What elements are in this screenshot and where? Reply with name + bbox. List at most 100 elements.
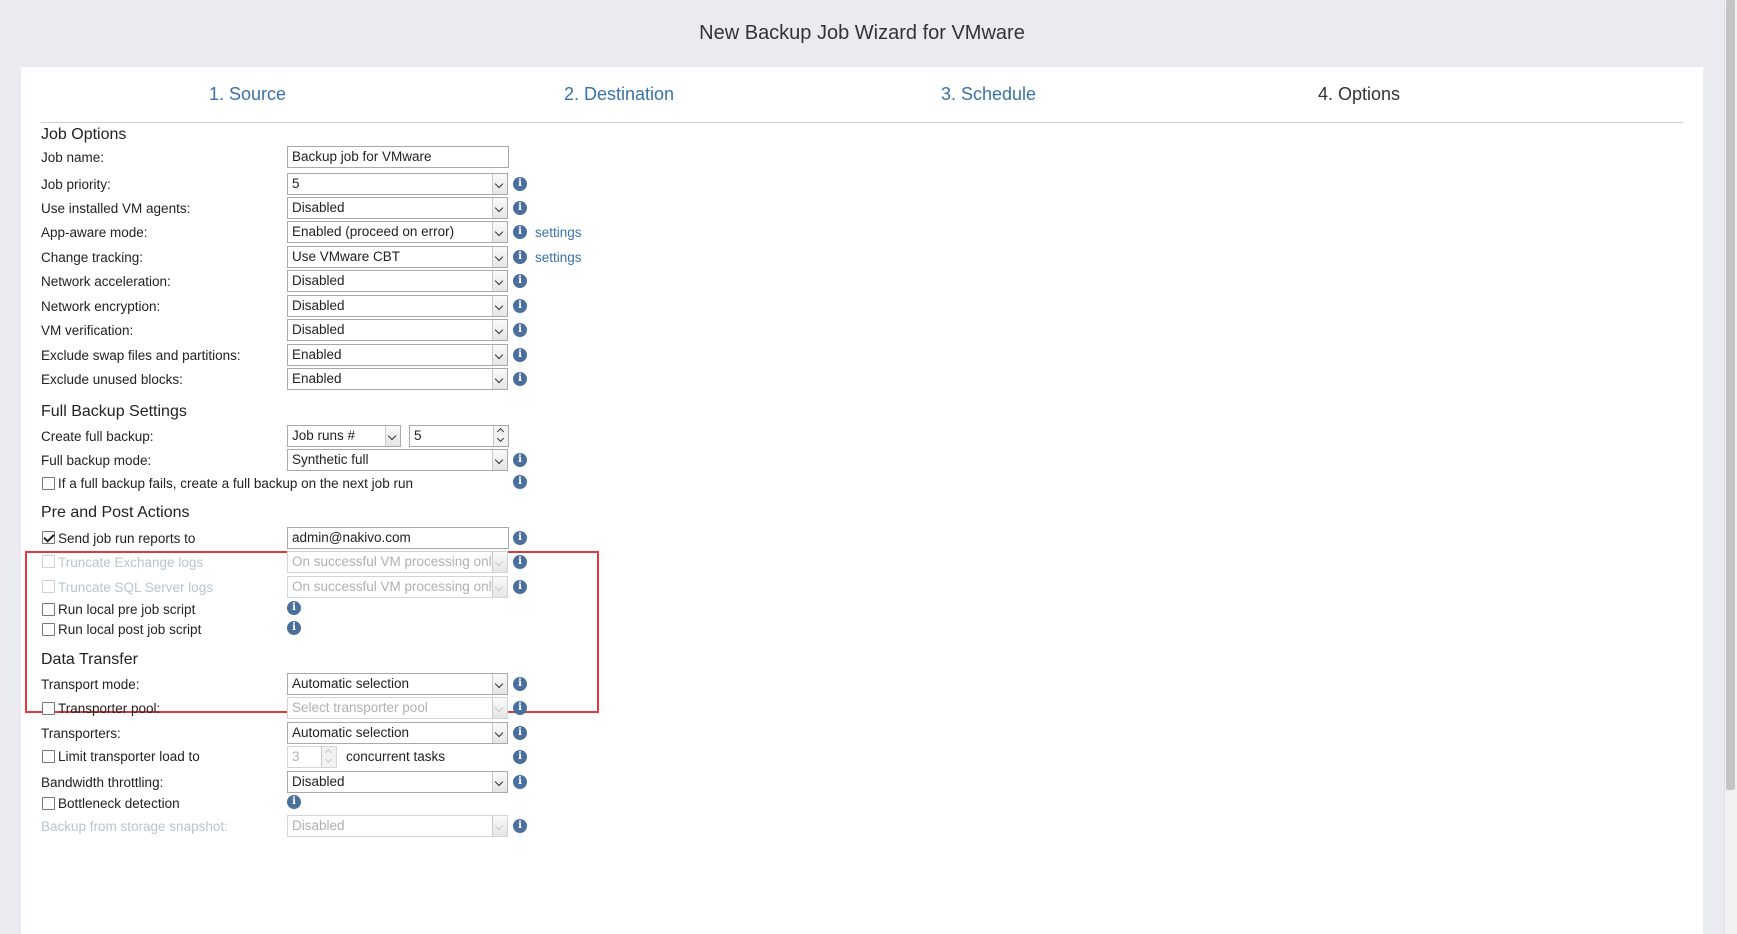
bandwidth-label: Bandwidth throttling: [41, 775, 164, 790]
info-icon[interactable]: i [513, 323, 527, 337]
storage-snapshot-value: Disabled [292, 818, 345, 833]
limit-load-input[interactable]: 3 [287, 746, 337, 768]
truncate-sql-select[interactable]: On successful VM processing only [287, 576, 508, 598]
send-reports-email[interactable]: admin@nakivo.com [287, 527, 509, 549]
pre-script-label: Run local pre job script [58, 602, 196, 617]
wizard-panel: 1. Source 2. Destination 3. Schedule 4. … [21, 67, 1703, 934]
bandwidth-select[interactable]: Disabled [287, 771, 508, 793]
chevron-down-icon [492, 247, 507, 267]
bottleneck-checkbox[interactable] [42, 797, 55, 810]
info-icon[interactable]: i [287, 601, 301, 615]
transporters-select[interactable]: Automatic selection [287, 722, 508, 744]
info-icon[interactable]: i [513, 274, 527, 288]
chevron-down-icon [492, 369, 507, 389]
info-icon[interactable]: i [513, 555, 527, 569]
change-tracking-settings-link[interactable]: settings [535, 250, 582, 265]
net-encrypt-select[interactable]: Disabled [287, 295, 508, 317]
info-icon[interactable]: i [287, 621, 301, 635]
job-priority-label: Job priority: [41, 177, 111, 192]
step-source[interactable]: 1. Source [209, 84, 286, 105]
info-icon[interactable]: i [287, 795, 301, 809]
info-icon[interactable]: i [513, 250, 527, 264]
transport-mode-value: Automatic selection [292, 676, 410, 691]
info-icon[interactable]: i [513, 580, 527, 594]
truncate-exchange-select[interactable]: On successful VM processing only [287, 551, 508, 573]
info-icon[interactable]: i [513, 701, 527, 715]
step-options[interactable]: 4. Options [1318, 84, 1400, 105]
info-icon[interactable]: i [513, 750, 527, 764]
truncate-sql-checkbox[interactable] [42, 580, 55, 593]
info-icon[interactable]: i [513, 453, 527, 467]
vm-verify-label: VM verification: [41, 323, 134, 338]
create-full-number[interactable]: 5 [409, 425, 509, 447]
net-encrypt-label: Network encryption: [41, 299, 161, 314]
bandwidth-value: Disabled [292, 774, 345, 789]
info-icon[interactable]: i [513, 775, 527, 789]
full-fail-label: If a full backup fails, create a full ba… [58, 476, 413, 491]
full-mode-label: Full backup mode: [41, 453, 152, 468]
app-aware-select[interactable]: Enabled (proceed on error) [287, 221, 508, 243]
transporter-pool-select[interactable]: Select transporter pool [287, 697, 508, 719]
create-full-select[interactable]: Job runs # [287, 425, 401, 447]
create-full-value: Job runs # [292, 428, 356, 443]
change-tracking-select[interactable]: Use VMware CBT [287, 246, 508, 268]
info-icon[interactable]: i [513, 677, 527, 691]
transporters-value: Automatic selection [292, 725, 410, 740]
transport-mode-select[interactable]: Automatic selection [287, 673, 508, 695]
app-aware-value: Enabled (proceed on error) [292, 224, 455, 239]
job-priority-value: 5 [292, 176, 300, 191]
chevron-down-icon [492, 552, 507, 572]
steps-divider [41, 122, 1683, 123]
stepper-icon[interactable] [321, 747, 336, 767]
storage-snapshot-select[interactable]: Disabled [287, 815, 508, 837]
send-reports-checkbox[interactable] [42, 531, 55, 544]
full-mode-select[interactable]: Synthetic full [287, 449, 508, 471]
truncate-exchange-checkbox[interactable] [42, 555, 55, 568]
stepper-icon[interactable] [493, 426, 508, 446]
create-full-label: Create full backup: [41, 429, 154, 444]
storage-snapshot-label: Backup from storage snapshot: [41, 819, 228, 834]
send-reports-label: Send job run reports to [58, 531, 196, 546]
section-full-backup: Full Backup Settings [41, 403, 187, 420]
info-icon[interactable]: i [513, 225, 527, 239]
wizard-title: New Backup Job Wizard for VMware [699, 22, 1025, 44]
info-icon[interactable]: i [513, 726, 527, 740]
info-icon[interactable]: i [513, 531, 527, 545]
transporter-pool-placeholder: Select transporter pool [292, 700, 428, 715]
transporter-pool-checkbox[interactable] [42, 702, 55, 715]
change-tracking-label: Change tracking: [41, 250, 144, 265]
section-pre-post: Pre and Post Actions [41, 504, 190, 521]
info-icon[interactable]: i [513, 348, 527, 362]
bottleneck-label: Bottleneck detection [58, 796, 180, 811]
exclude-swap-value: Enabled [292, 347, 342, 362]
section-data-transfer: Data Transfer [41, 651, 138, 668]
chevron-down-icon [492, 198, 507, 218]
exclude-unused-select[interactable]: Enabled [287, 368, 508, 390]
net-accel-select[interactable]: Disabled [287, 270, 508, 292]
vm-agents-value: Disabled [292, 200, 345, 215]
exclude-unused-value: Enabled [292, 371, 342, 386]
vertical-scrollbar[interactable] [1724, 0, 1737, 934]
info-icon[interactable]: i [513, 475, 527, 489]
info-icon[interactable]: i [513, 201, 527, 215]
job-name-input[interactable]: Backup job for VMware [287, 146, 509, 168]
vm-verify-select[interactable]: Disabled [287, 319, 508, 341]
vm-agents-select[interactable]: Disabled [287, 197, 508, 219]
full-fail-checkbox[interactable] [42, 477, 55, 490]
post-script-checkbox[interactable] [42, 623, 55, 636]
job-priority-select[interactable]: 5 [287, 173, 508, 195]
step-destination[interactable]: 2. Destination [564, 84, 674, 105]
limit-load-checkbox[interactable] [42, 750, 55, 763]
app-aware-settings-link[interactable]: settings [535, 225, 582, 240]
info-icon[interactable]: i [513, 299, 527, 313]
pre-script-checkbox[interactable] [42, 603, 55, 616]
info-icon[interactable]: i [513, 819, 527, 833]
transporter-pool-label: Transporter pool: [58, 701, 161, 716]
scrollbar-thumb[interactable] [1726, 0, 1735, 790]
section-job-options: Job Options [41, 126, 127, 143]
info-icon[interactable]: i [513, 372, 527, 386]
step-schedule[interactable]: 3. Schedule [941, 84, 1036, 105]
truncate-sql-value: On successful VM processing only [292, 579, 499, 594]
info-icon[interactable]: i [513, 177, 527, 191]
exclude-swap-select[interactable]: Enabled [287, 344, 508, 366]
